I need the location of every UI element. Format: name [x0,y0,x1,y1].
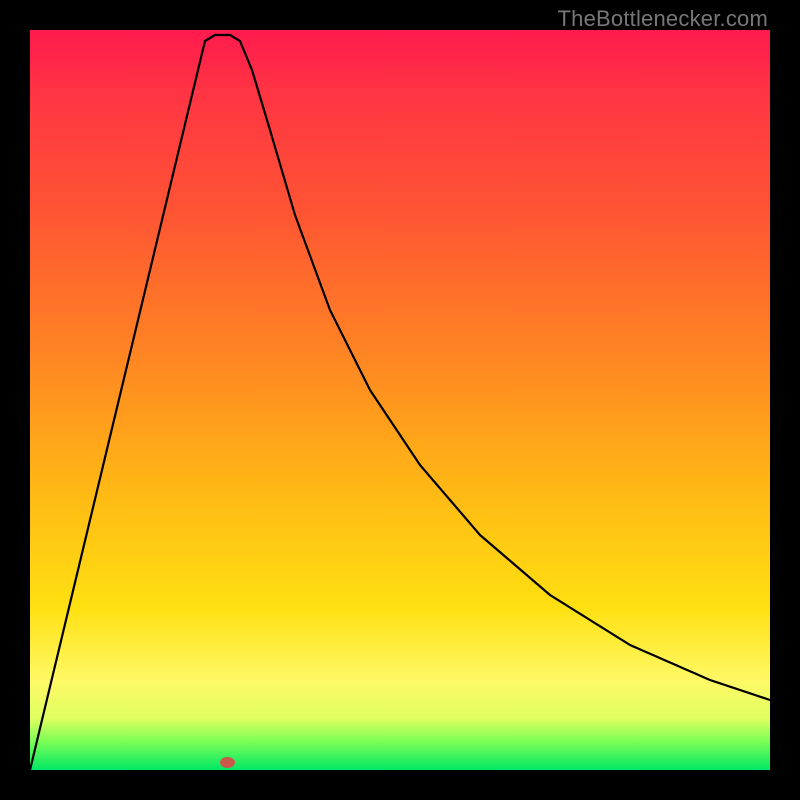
bottleneck-curve [30,30,770,770]
chart-container: TheBottlenecker.com [0,0,800,800]
optimal-point-marker [220,757,235,768]
attribution-label: TheBottlenecker.com [558,6,768,32]
plot-area [30,30,770,770]
